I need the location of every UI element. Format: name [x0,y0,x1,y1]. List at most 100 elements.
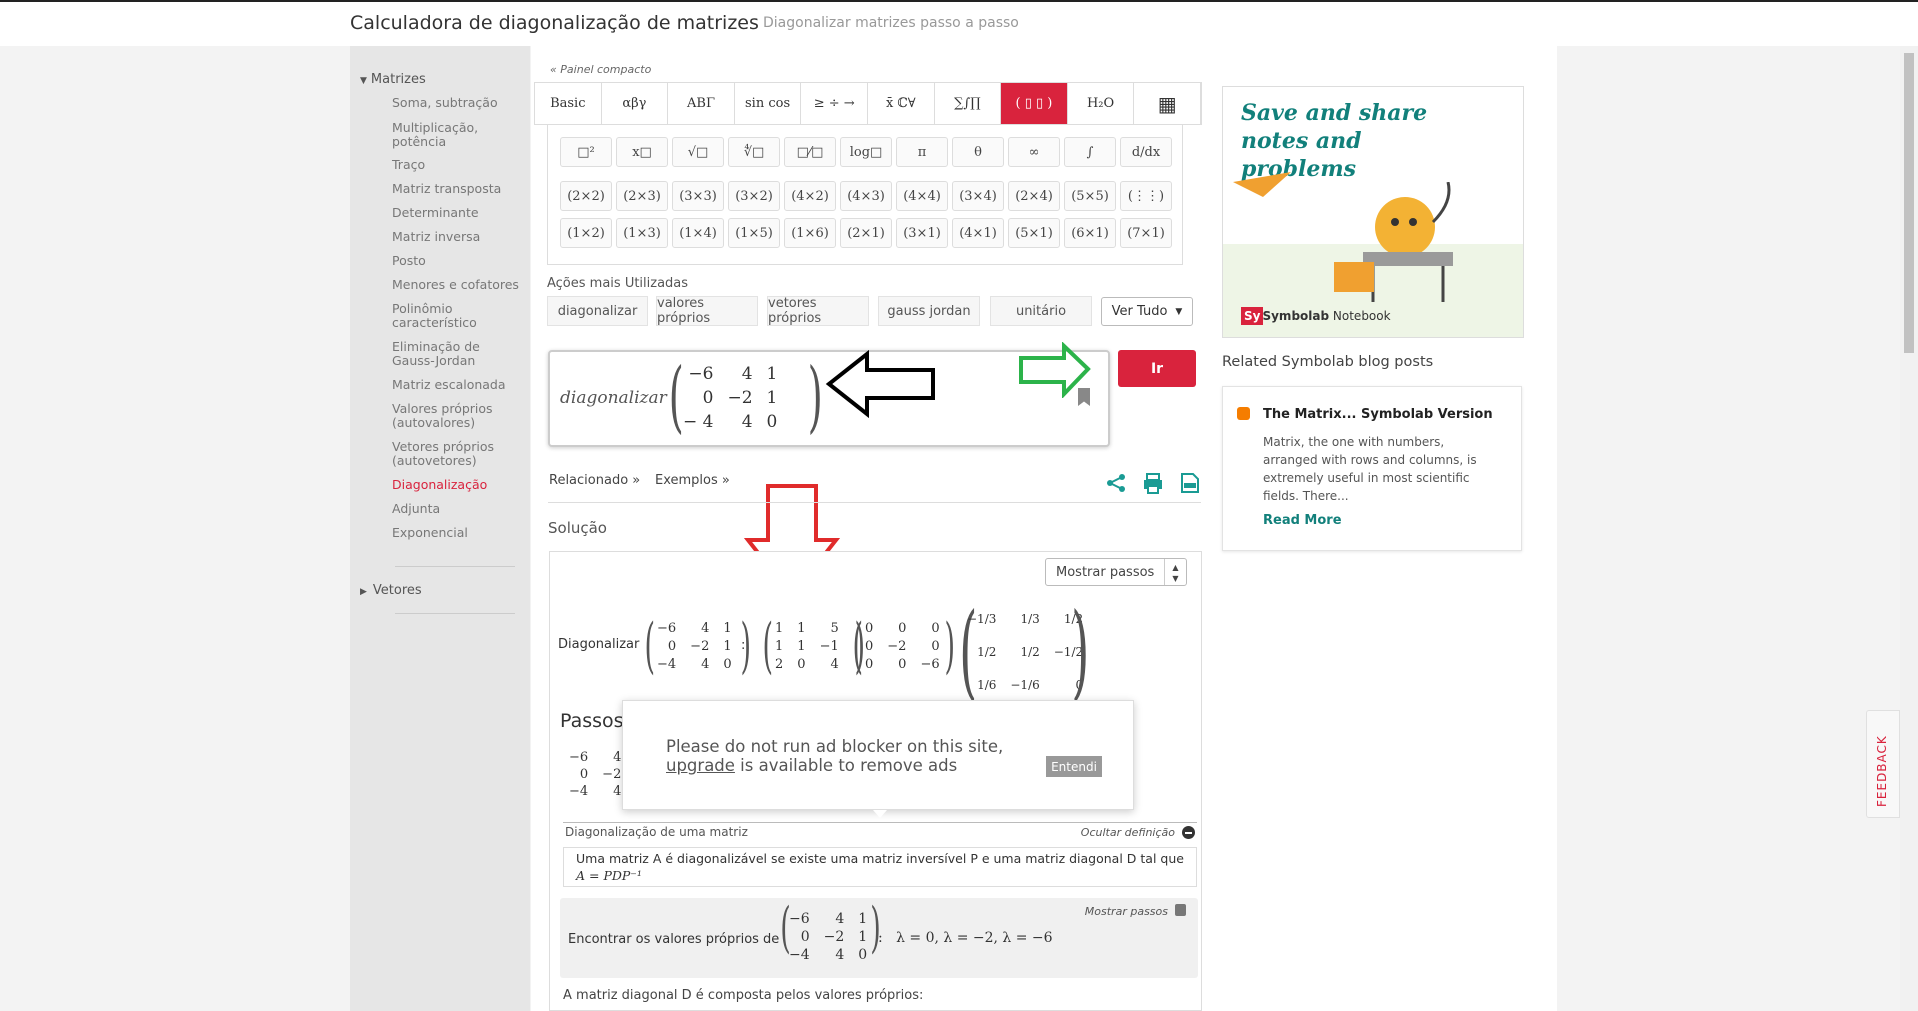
compact-panel-link[interactable]: « Painel compacto [550,63,651,76]
keyboard-tab[interactable]: ( ▯ ▯ ) [1001,83,1068,124]
keyboard-key[interactable]: (1×6) [784,218,836,248]
matrix-cell: −2 [887,639,907,654]
matrix-cell: 1/2 [977,645,997,659]
keyboard-key[interactable]: (3×1) [896,218,948,248]
action-pill[interactable]: gauss jordan [878,296,980,326]
keyboard-key[interactable]: (5×1) [1008,218,1060,248]
keyboard-key[interactable]: ∜□ [728,137,780,167]
keyboard-tab[interactable]: x̄ ℂ∀ [868,83,935,124]
keyboard-key[interactable]: π [896,137,948,167]
keyboard-key[interactable]: (2×3) [616,181,668,211]
action-pill[interactable]: unitário [990,296,1092,326]
keyboard-key[interactable]: □² [560,137,612,167]
keyboard-key[interactable]: (6×1) [1064,218,1116,248]
matrix-cell: 0 [579,767,589,782]
sidebar-item[interactable]: Eliminação de Gauss-Jordan [392,340,522,368]
matrix-cell: −6 [920,657,940,672]
scrollbar-thumb[interactable] [1904,53,1914,353]
upgrade-link[interactable]: upgrade [666,756,735,775]
sidebar-item[interactable]: Matriz escalonada [392,378,522,392]
sidebar-item[interactable]: Vetores próprios (autovetores) [392,440,522,468]
sidebar-item[interactable]: Valores próprios (autovalores) [392,402,522,430]
keyboard-key[interactable]: (4×3) [840,181,892,211]
keyboard-tab[interactable]: H₂O [1068,83,1135,124]
go-button[interactable]: Ir [1118,350,1196,387]
keyboard-key[interactable]: (⋮⋮) [1120,181,1172,211]
sidebar-section-vetores[interactable]: ▶ Vetores [360,583,422,598]
sidebar-item[interactable]: Matriz inversa [392,230,522,244]
right-paren: ) [1071,590,1090,712]
keyboard-tab[interactable]: ≥ ÷ → [801,83,868,124]
action-pill[interactable]: diagonalizar [547,296,648,326]
sidebar-item[interactable]: Exponencial [392,526,522,540]
sidebar-item[interactable]: Soma, subtração [392,96,522,110]
sidebar-item[interactable]: Adjunta [392,502,522,516]
keyboard-key[interactable]: (3×2) [728,181,780,211]
sidebar-item[interactable]: Posto [392,254,522,268]
share-icon[interactable] [1106,473,1128,493]
feedback-tab[interactable]: FEEDBACK [1866,710,1900,818]
sidebar-item[interactable]: Matriz transposta [392,182,522,196]
step-show-steps-link[interactable]: Mostrar passos [1085,905,1168,918]
sidebar-item[interactable]: Traço [392,158,522,172]
lock-icon [1175,904,1186,916]
keyboard-tab[interactable]: Basic [535,83,602,124]
keyboard-key[interactable]: (5×5) [1064,181,1116,211]
keyboard-key[interactable]: (3×4) [952,181,1004,211]
keyboard-tab[interactable]: ▦ [1134,83,1201,124]
action-pill[interactable]: vetores próprios [767,296,869,326]
keyboard-key[interactable]: √□ [672,137,724,167]
keyboard-key[interactable]: (2×2) [560,181,612,211]
sidebar-item[interactable]: Menores e cofatores [392,278,522,292]
blog-card[interactable]: The Matrix... Symbolab Version Matrix, t… [1222,386,1522,551]
keyboard-tabs: Basic αβγ ABΓ sin cos ≥ ÷ → x̄ ℂ∀ ∑∫∏( ▯ ▯ ) H₂… [534,82,1202,125]
examples-link[interactable]: Exemplos » [655,473,730,488]
blog-post-title[interactable]: The Matrix... Symbolab Version [1263,407,1493,422]
keyboard-key[interactable]: d/dx [1120,137,1172,167]
sidebar-item[interactable]: Determinante [392,206,522,220]
show-steps-dropdown[interactable]: Mostrar passos ▲ ▼ [1045,558,1187,586]
minus-circle-icon[interactable] [1182,826,1195,839]
matrix-cell: −1 [819,639,839,654]
keyboard-key[interactable]: (3×3) [672,181,724,211]
keyboard-key[interactable]: (1×4) [672,218,724,248]
entendi-button[interactable]: Entendi [1046,756,1102,777]
action-pill[interactable]: valores próprios [656,296,758,326]
sidebar-item[interactable]: Polinômio característico [392,302,522,330]
keyboard-key[interactable]: (4×4) [896,181,948,211]
keyboard-key[interactable]: ∫ [1064,137,1116,167]
input-keyword: diagonalizar [560,388,667,408]
keyboard-key[interactable]: □⁄□ [784,137,836,167]
sidebar-section-matrizes[interactable]: ▼ Matrizes [360,72,426,87]
pdf-icon[interactable] [1180,472,1200,494]
matrix-cell: 0 [865,621,874,636]
related-link[interactable]: Relacionado » [549,473,640,488]
read-more-link[interactable]: Read More [1263,513,1342,528]
matrix-cell: 0 [898,621,907,636]
keyboard-key[interactable]: (4×2) [784,181,836,211]
print-icon[interactable] [1142,472,1164,494]
keyboard-key[interactable]: (1×5) [728,218,780,248]
keyboard-key[interactable]: (2×1) [840,218,892,248]
keyboard-tab[interactable]: αβγ [602,83,669,124]
ver-tudo-dropdown[interactable]: Ver Tudo ▼ [1101,297,1193,326]
keyboard-tab[interactable]: ABΓ [668,83,735,124]
keyboard-key[interactable]: log□ [840,137,892,167]
hide-definition-link[interactable]: Ocultar definição [1081,826,1175,839]
keyboard-key[interactable]: θ [952,137,1004,167]
keyboard-key[interactable]: ∞ [1008,137,1060,167]
keyboard-key[interactable]: (7×1) [1120,218,1172,248]
notebook-ad[interactable]: Save and share notes and problems Sy Symb… [1222,86,1524,338]
keyboard-key[interactable]: (1×2) [560,218,612,248]
right-paren: ) [807,352,823,442]
keyboard-key[interactable]: (1×3) [616,218,668,248]
sidebar-item[interactable]: Multiplicação, potência [392,121,522,149]
keyboard-tab[interactable]: sin cos [735,83,802,124]
keyboard-tab[interactable]: ∑∫∏ [935,83,1002,124]
matrix-cell: −1/3 [967,612,997,626]
keyboard-key[interactable]: (4×1) [952,218,1004,248]
keyboard-key[interactable]: (2×4) [1008,181,1060,211]
matrix-cell: 1/2 [1020,645,1040,659]
sidebar-item[interactable]: Diagonalização [392,478,522,492]
keyboard-key[interactable]: x□ [616,137,668,167]
